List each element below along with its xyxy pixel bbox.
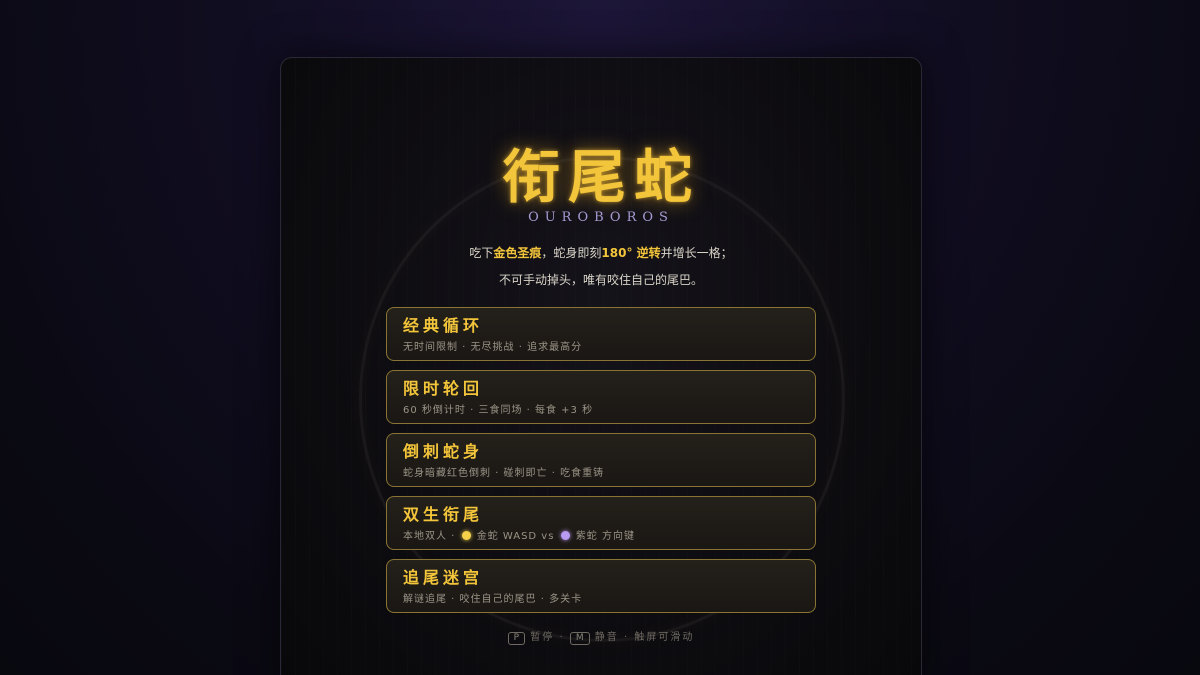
mode-description-text: 紫蛇 方向键: [571, 531, 635, 542]
mode-description: 蛇身暗藏红色倒刺 · 碰刺即亡 · 吃食重铸: [403, 468, 605, 479]
pause-label: 暂停: [530, 632, 555, 643]
golden-stigmata-highlight: 金色圣痕: [493, 246, 542, 260]
mute-label: 静音: [594, 632, 619, 643]
mode-description: 60 秒倒计时 · 三食同场 · 每食 +3 秒: [403, 405, 594, 416]
mode-name: 追尾迷宫: [403, 568, 484, 587]
separator: ·: [623, 632, 630, 643]
mode-name: 限时轮回: [403, 379, 484, 398]
mode-button-twin[interactable]: 双生衔尾 本地双人 · 金蛇 WASD vs 紫蛇 方向键: [386, 496, 816, 550]
separator: ·: [559, 632, 565, 643]
mode-description: 解谜追尾 · 咬住自己的尾巴 · 多关卡: [403, 594, 583, 605]
mode-name: 倒刺蛇身: [403, 442, 484, 461]
mode-description-text: 金蛇 WASD vs: [472, 531, 559, 542]
controls-hint: P 暂停 · M 静音 · 触屏可滑动: [281, 628, 921, 645]
reverse-highlight: 180° 逆转: [601, 246, 661, 260]
game-subtitle: OUROBOROS: [528, 210, 674, 225]
purple-snake-dot-icon: [560, 531, 570, 540]
mode-name: 经典循环: [403, 316, 484, 335]
gold-snake-dot-icon: [461, 531, 471, 540]
mode-description: 本地双人 · 金蛇 WASD vs 紫蛇 方向键: [403, 527, 799, 542]
mode-description: 无时间限制 · 无尽挑战 · 追求最高分: [403, 342, 583, 353]
mode-description-text: 本地双人 ·: [403, 531, 460, 542]
mode-button-barbed[interactable]: 倒刺蛇身 蛇身暗藏红色倒刺 · 碰刺即亡 · 吃食重铸: [386, 433, 816, 487]
intro-text: ，蛇身即刻: [541, 246, 602, 260]
intro-line-1: 吃下金色圣痕，蛇身即刻180° 逆转并增长一格；: [281, 244, 921, 261]
mute-key-cap: M: [569, 632, 590, 645]
main-panel: 衔尾蛇 OUROBOROS 吃下金色圣痕，蛇身即刻180° 逆转并增长一格； 不…: [280, 57, 922, 675]
pause-key-cap: P: [507, 632, 526, 645]
mode-menu: 经典循环 无时间限制 · 无尽挑战 · 追求最高分 限时轮回 60 秒倒计时 ·…: [386, 307, 816, 622]
mode-button-classic[interactable]: 经典循环 无时间限制 · 无尽挑战 · 追求最高分: [386, 307, 816, 361]
mode-name: 双生衔尾: [403, 505, 484, 524]
touch-hint: 触屏可滑动: [634, 632, 695, 643]
intro-line-2: 不可手动掉头，唯有咬住自己的尾巴。: [498, 273, 703, 287]
game-title: 衔尾蛇: [501, 143, 700, 211]
mode-button-timed[interactable]: 限时轮回 60 秒倒计时 · 三食同场 · 每食 +3 秒: [386, 370, 816, 424]
intro-text: 并增长一格；: [660, 246, 733, 260]
mode-button-maze[interactable]: 追尾迷宫 解谜追尾 · 咬住自己的尾巴 · 多关卡: [386, 559, 816, 613]
intro-text: 吃下: [469, 246, 494, 260]
